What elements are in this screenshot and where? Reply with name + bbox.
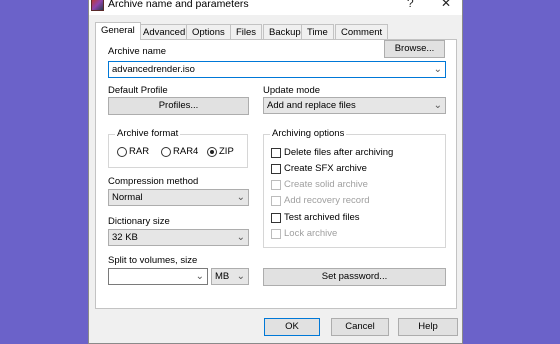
radio-rar4-label: RAR4 [173, 146, 199, 157]
compression-method-value: Normal [112, 192, 143, 203]
title-bar: Archive name and parameters ? ✕ [89, 0, 462, 15]
dictionary-size-label: Dictionary size [108, 216, 170, 227]
checkbox-test-files[interactable] [271, 213, 281, 223]
browse-button[interactable]: Browse... [384, 40, 445, 58]
chevron-down-icon[interactable]: ⌄ [237, 190, 245, 205]
radio-zip-label: ZIP [219, 146, 234, 157]
archive-dialog: Archive name and parameters ? ✕ General … [88, 0, 463, 344]
chevron-down-icon[interactable]: ⌄ [237, 230, 245, 245]
checkbox-lock-archive [271, 229, 281, 239]
archive-format-group: Archive format RAR RAR4 ZIP [108, 128, 248, 168]
split-volumes-input[interactable]: ⌄ [108, 268, 208, 285]
dictionary-size-value: 32 KB [112, 232, 138, 243]
tab-files[interactable]: Files [230, 24, 263, 39]
checkbox-create-sfx-label: Create SFX archive [284, 163, 367, 174]
winrar-app-icon [91, 0, 104, 11]
checkbox-lock-archive-label: Lock archive [284, 228, 338, 239]
checkbox-delete-files[interactable] [271, 148, 281, 158]
archiving-options-title: Archiving options [270, 128, 347, 139]
help-icon[interactable]: ? [407, 0, 414, 10]
checkbox-recovery-record [271, 196, 281, 206]
chevron-down-icon[interactable]: ⌄ [434, 62, 442, 77]
update-mode-select[interactable]: Add and replace files ⌄ [263, 97, 446, 114]
checkbox-delete-files-label: Delete files after archiving [284, 147, 394, 158]
checkbox-create-sfx[interactable] [271, 164, 281, 174]
tab-options[interactable]: Options [186, 24, 231, 39]
checkbox-test-files-label: Test archived files [284, 212, 360, 223]
radio-rar[interactable] [117, 147, 127, 157]
split-volumes-label: Split to volumes, size [108, 255, 198, 266]
split-unit-select[interactable]: MB ⌄ [211, 268, 249, 285]
set-password-button[interactable]: Set password... [263, 268, 446, 286]
archive-name-value: advancedrender.iso [112, 64, 195, 75]
archive-name-input[interactable]: advancedrender.iso ⌄ [108, 61, 446, 78]
tab-time[interactable]: Time [301, 24, 334, 39]
archive-format-title: Archive format [115, 128, 181, 139]
profiles-button[interactable]: Profiles... [108, 97, 249, 115]
tab-advanced[interactable]: Advanced [137, 24, 192, 39]
archive-name-label: Archive name [108, 46, 167, 57]
chevron-down-icon[interactable]: ⌄ [237, 269, 245, 284]
window-title: Archive name and parameters [108, 0, 249, 10]
chevron-down-icon[interactable]: ⌄ [434, 98, 442, 113]
update-mode-label: Update mode [263, 85, 321, 96]
compression-method-select[interactable]: Normal ⌄ [108, 189, 249, 206]
checkbox-recovery-record-label: Add recovery record [284, 195, 370, 206]
radio-rar-label: RAR [129, 146, 150, 157]
dictionary-size-select[interactable]: 32 KB ⌄ [108, 229, 249, 246]
compression-method-label: Compression method [108, 176, 199, 187]
tab-comment[interactable]: Comment [335, 24, 389, 39]
tab-general[interactable]: General [95, 22, 141, 40]
cancel-button[interactable]: Cancel [331, 318, 389, 336]
default-profile-label: Default Profile [108, 85, 168, 96]
radio-rar4[interactable] [161, 147, 171, 157]
help-button[interactable]: Help [398, 318, 458, 336]
checkbox-solid-archive [271, 180, 281, 190]
split-unit-value: MB [215, 271, 230, 282]
chevron-down-icon[interactable]: ⌄ [196, 269, 204, 284]
checkbox-solid-archive-label: Create solid archive [284, 179, 368, 190]
update-mode-value: Add and replace files [267, 100, 356, 111]
general-panel: Archive name Browse... advancedrender.is… [95, 39, 457, 309]
close-icon[interactable]: ✕ [441, 0, 451, 10]
archiving-options-group: Archiving options Delete files after arc… [263, 128, 446, 248]
ok-button[interactable]: OK [264, 318, 320, 336]
radio-zip[interactable] [207, 147, 217, 157]
